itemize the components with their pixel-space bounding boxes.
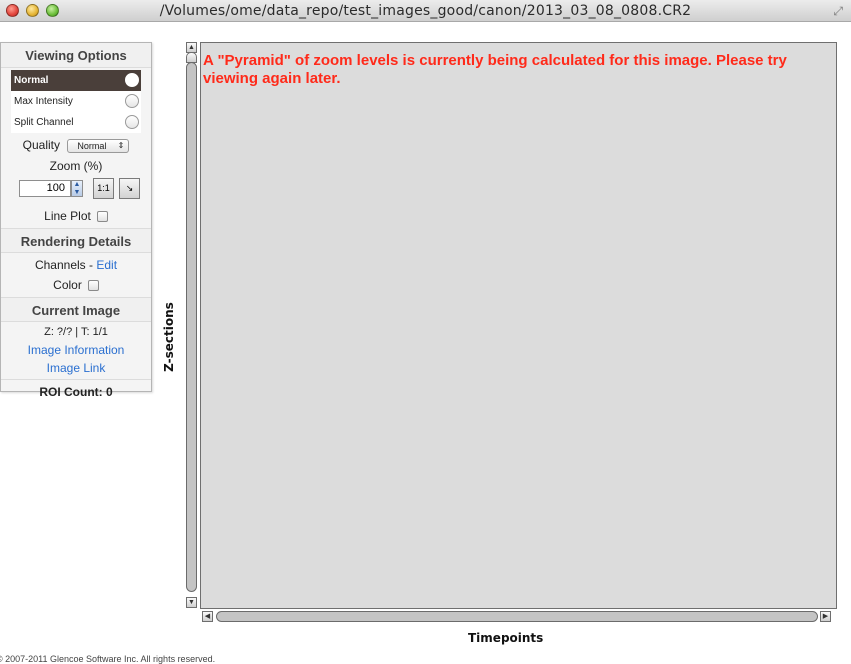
- edit-channels-link[interactable]: Edit: [96, 258, 117, 272]
- color-row: Color: [1, 275, 151, 295]
- channels-label: Channels -: [34, 258, 97, 272]
- radio-button[interactable]: [125, 73, 139, 87]
- mode-option-label: Normal: [14, 75, 49, 86]
- mode-option-label: Max Intensity: [14, 96, 73, 107]
- current-image-heading: Current Image: [1, 297, 151, 322]
- radio-button[interactable]: [125, 115, 139, 129]
- fit-to-window-button[interactable]: ↘: [119, 178, 140, 199]
- color-checkbox[interactable]: [87, 280, 99, 292]
- zoom-input[interactable]: 100: [19, 180, 71, 197]
- image-viewport[interactable]: A "Pyramid" of zoom levels is currently …: [200, 42, 837, 609]
- quality-label: Quality: [22, 138, 60, 152]
- channels-row: Channels - Edit: [1, 255, 151, 275]
- fit-arrow-icon: ↘: [125, 183, 134, 193]
- rendering-details-heading: Rendering Details: [1, 228, 151, 253]
- zoom-stepper[interactable]: ▲ ▼: [71, 180, 83, 197]
- mode-option-label: Split Channel: [14, 117, 74, 128]
- mode-option-split-channel[interactable]: Split Channel: [11, 112, 141, 133]
- timepoints-label: Timepoints: [468, 631, 544, 645]
- z-slider-track[interactable]: [186, 62, 197, 592]
- viewing-options-heading: Viewing Options: [1, 43, 151, 68]
- z-sections-axis-label: Z-sections: [159, 302, 179, 372]
- z-section-slider[interactable]: ▲ ▼: [185, 42, 198, 609]
- line-plot-label: Line Plot: [44, 209, 91, 223]
- viewing-options-panel: Viewing Options Normal Max Intensity Spl…: [0, 42, 152, 399]
- zoom-label: Zoom (%): [49, 159, 103, 173]
- z-sections-label: Z-sections: [162, 302, 176, 372]
- image-link[interactable]: Image Link: [1, 359, 151, 377]
- t-slider-track[interactable]: [216, 611, 818, 622]
- pyramid-status-message: A "Pyramid" of zoom levels is currently …: [203, 52, 787, 87]
- fullscreen-icon[interactable]: ⤢: [833, 4, 843, 19]
- line-plot-row: Line Plot: [1, 204, 151, 228]
- radio-button[interactable]: [125, 94, 139, 108]
- roi-count: ROI Count: 0: [1, 379, 151, 403]
- window-titlebar: /Volumes/ome/data_repo/test_images_good/…: [0, 0, 851, 22]
- z-down-arrow-button[interactable]: ▼: [186, 597, 197, 608]
- quality-row: Quality Normal ⇕: [1, 135, 151, 156]
- quality-select-value: Normal: [77, 140, 107, 151]
- window-title: /Volumes/ome/data_repo/test_images_good/…: [159, 3, 692, 19]
- copyright-footer: © 2007-2011 Glencoe Software Inc. All ri…: [0, 654, 216, 664]
- t-left-arrow-button[interactable]: ◀: [202, 611, 213, 622]
- timepoint-slider[interactable]: ◀ ▶: [202, 610, 834, 623]
- updown-arrows-icon: ⇕: [117, 140, 125, 150]
- actual-size-button[interactable]: 1:1: [93, 178, 114, 199]
- zt-status: Z: ?/? | T: 1/1: [44, 326, 108, 338]
- line-plot-checkbox[interactable]: [96, 211, 108, 223]
- color-label: Color: [53, 278, 82, 292]
- image-information-link[interactable]: Image Information: [1, 341, 151, 359]
- t-right-arrow-button[interactable]: ▶: [820, 611, 831, 622]
- mode-option-normal[interactable]: Normal: [11, 70, 141, 91]
- quality-select[interactable]: Normal ⇕: [67, 138, 130, 153]
- zoom-controls: 100 ▲ ▼ 1:1 ↘: [1, 176, 151, 204]
- mode-option-max-intensity[interactable]: Max Intensity: [11, 91, 141, 112]
